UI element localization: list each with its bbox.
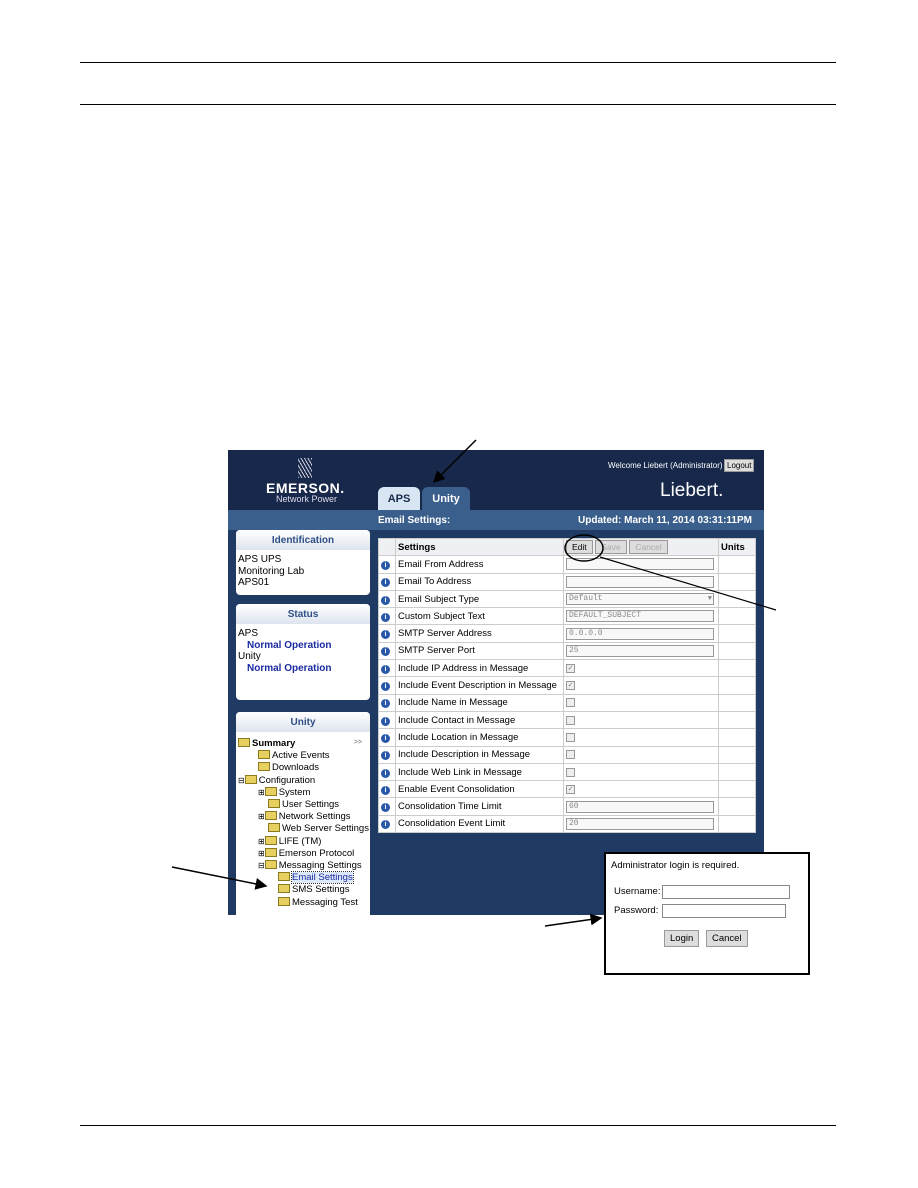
callout-annotations bbox=[171, 439, 777, 927]
edit-callout-line bbox=[599, 556, 777, 611]
edit-circle bbox=[564, 534, 604, 562]
document-page: EMERSON. Network Power APS Unity Welcome… bbox=[0, 0, 918, 1188]
arrow-to-login-dialog bbox=[544, 913, 603, 927]
arrow-to-unity-tab bbox=[432, 439, 477, 484]
arrow-to-email-settings bbox=[171, 866, 268, 890]
